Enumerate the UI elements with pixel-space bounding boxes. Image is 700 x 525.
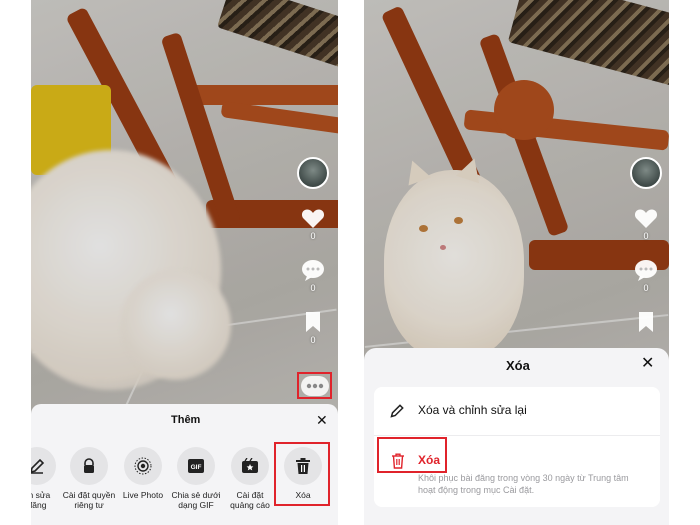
sheet-title: Thêm [171, 414, 201, 426]
pencil-icon [390, 403, 405, 418]
svg-text:GIF: GIF [191, 464, 202, 471]
close-icon[interactable]: ✕ [316, 413, 328, 427]
edit-option-label: Xóa và chỉnh sửa lại [418, 403, 527, 417]
option-label-live-photo: Live Photo [122, 490, 164, 500]
bookmark-button[interactable]: 0 [305, 311, 321, 345]
action-rail: 0 0 0 [297, 157, 329, 345]
heart-icon [301, 207, 325, 229]
option-label-privacy: Cài đặt quyền riêng tư [62, 490, 116, 510]
sheet-title: Xóa [506, 358, 530, 373]
pencil-icon [31, 458, 45, 474]
like-button[interactable]: 0 [301, 207, 325, 241]
delete-subtext: Khôi phục bài đăng trong vòng 30 ngày từ… [418, 473, 629, 495]
comment-button[interactable]: 0 [634, 259, 658, 293]
privacy-settings-option[interactable]: Cài đặt quyền riêng tư [58, 447, 120, 510]
like-button[interactable]: 0 [634, 207, 658, 241]
live-photo-icon [134, 457, 152, 475]
action-rail: 0 0 [630, 157, 662, 333]
comment-icon [301, 259, 325, 281]
option-label-edit: nh sửa đăng [31, 490, 51, 510]
avatar[interactable] [630, 157, 662, 189]
close-icon[interactable]: ✕ [641, 356, 654, 372]
ad-settings-icon [241, 458, 259, 474]
bookmark-icon [638, 311, 654, 333]
heart-icon [634, 207, 658, 229]
highlight-more-button [297, 372, 332, 399]
lock-icon [81, 458, 97, 474]
edit-and-delete-row[interactable]: Xóa và chỉnh sửa lại [374, 387, 660, 435]
bookmark-icon [305, 311, 321, 333]
like-count: 0 [643, 231, 649, 241]
bookmark-count: 0 [310, 335, 316, 345]
option-label-gif: Chia sẻ dưới dạng GIF [171, 490, 221, 510]
comment-button[interactable]: 0 [301, 259, 325, 293]
screenshot-frame: 0 0 0 Thêm ✕ sửa ăng Cài đặt quyền riêng… [0, 0, 700, 525]
comment-count: 0 [310, 283, 316, 293]
option-label-ad-settings: Cài đặt quảng cáo [230, 490, 270, 510]
share-gif-option[interactable]: GIF Chia sẻ dưới dạng GIF [165, 447, 227, 510]
highlight-delete-row [377, 437, 447, 473]
like-count: 0 [310, 231, 316, 241]
bookmark-button[interactable] [638, 311, 654, 333]
gif-icon: GIF [187, 458, 205, 474]
highlight-delete-option [274, 442, 330, 506]
comment-icon [634, 259, 658, 281]
avatar[interactable] [297, 157, 329, 189]
comment-count: 0 [643, 283, 649, 293]
